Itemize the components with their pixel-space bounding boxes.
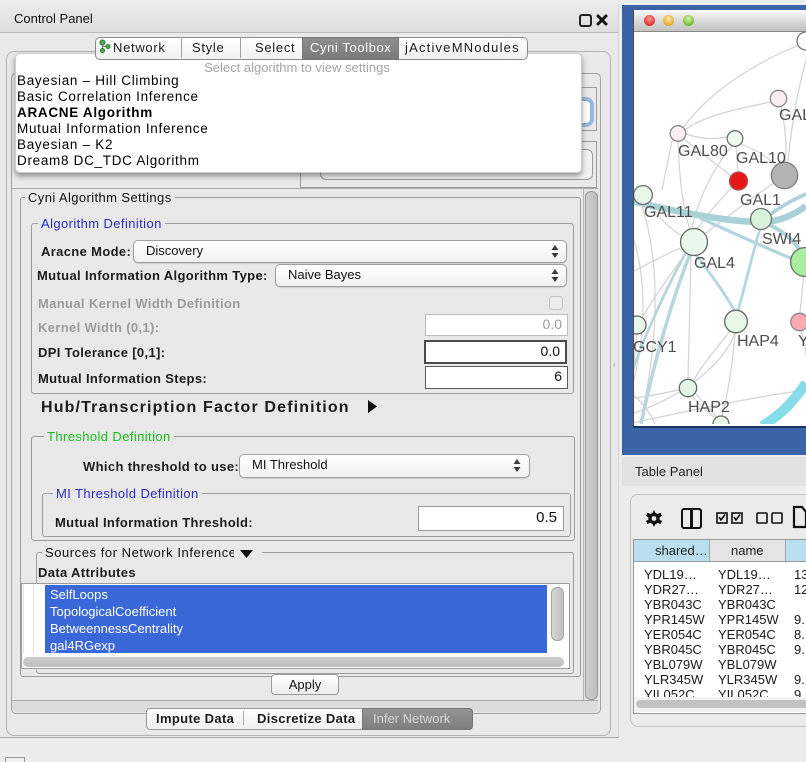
svg-text:HAP2: HAP2 <box>688 399 730 416</box>
svg-text:GCY1: GCY1 <box>634 339 677 356</box>
svg-text:HAP4: HAP4 <box>737 333 779 350</box>
svg-text:GAL10: GAL10 <box>736 150 786 167</box>
svg-text:Y: Y <box>798 333 806 350</box>
svg-text:SWI4: SWI4 <box>762 231 801 248</box>
svg-text:GAL11: GAL11 <box>644 204 693 221</box>
svg-text:GAL: GAL <box>779 107 806 124</box>
svg-text:GAL4: GAL4 <box>694 255 735 272</box>
svg-text:GAL80: GAL80 <box>678 143 728 160</box>
svg-text:GAL1: GAL1 <box>740 192 781 209</box>
